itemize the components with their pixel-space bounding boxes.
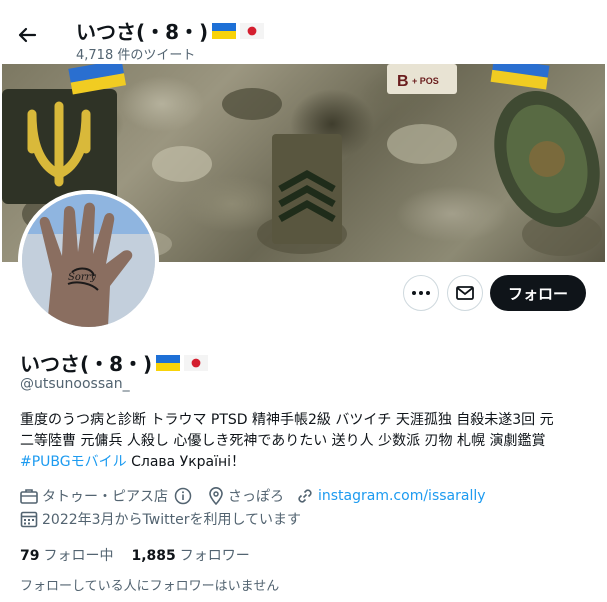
japan-flag-icon: [184, 354, 209, 371]
website-item: instagram.com/issarally: [296, 487, 486, 505]
svg-text:+ POS: + POS: [412, 76, 439, 86]
following-label: フォロー中: [43, 548, 114, 564]
svg-text:B: B: [397, 73, 409, 90]
bio-tail-text: Слава Україні！: [126, 454, 246, 470]
website-link[interactable]: instagram.com/issarally: [318, 488, 486, 504]
header-display-name: いつさ(・8・): [76, 16, 265, 45]
joined-item: 2022年3月からTwitterを利用しています: [20, 509, 301, 529]
svg-text:Sorry: Sorry: [68, 272, 96, 283]
japan-flag-icon: [240, 22, 265, 39]
joined-text: 2022年3月からTwitterを利用しています: [42, 512, 302, 528]
tweet-count: 4,718 件のツイート: [76, 48, 196, 63]
location-text: さっぽろ: [228, 489, 284, 505]
following-count: 79: [20, 548, 40, 564]
message-button[interactable]: [447, 275, 483, 311]
display-name: いつさ(・8・): [20, 348, 209, 377]
location-item: さっぽろ: [208, 486, 284, 506]
followers-label: フォロワー: [179, 548, 250, 564]
calendar-icon: [20, 511, 38, 528]
profile-bio: 重度のうつ病と診断 トラウマ PTSD 精神手帳2級 バツイチ 天涯孤独 自殺未…: [20, 410, 595, 473]
mail-icon: [456, 286, 474, 300]
link-icon: [298, 489, 312, 503]
following-stat[interactable]: 79 フォロー中: [20, 545, 113, 565]
more-icon: [412, 291, 430, 295]
category-item: タトゥー・ピアス店: [20, 486, 196, 506]
info-icon[interactable]: [174, 487, 192, 505]
followers-stat[interactable]: 1,885 フォロワー: [131, 545, 249, 565]
hashtag-link[interactable]: #PUBGモバイル: [20, 454, 127, 470]
follow-stats: 79 フォロー中 1,885 フォロワー: [20, 545, 268, 565]
user-handle: @utsunoossan_: [20, 376, 130, 392]
ukraine-flag-icon: [212, 22, 237, 39]
ukraine-flag-icon: [156, 354, 181, 371]
briefcase-icon: [20, 489, 38, 504]
bio-line-3: #PUBGモバイル Слава Україні！: [20, 452, 595, 473]
bio-line-2: 二等陸曹 元傭兵 人殺し 心優しき死神でありたい 送り人 少数派 刃物 札幌 演…: [20, 433, 546, 449]
header-name-text: いつさ(・8・): [76, 20, 209, 44]
joined-row: 2022年3月からTwitterを利用しています: [20, 509, 313, 529]
more-button[interactable]: [403, 275, 439, 311]
profile-avatar[interactable]: Sorry: [18, 190, 159, 331]
category-text: タトゥー・ピアス店: [42, 489, 168, 505]
display-name-text: いつさ(・8・): [20, 352, 153, 376]
location-icon: [209, 487, 223, 505]
top-bar: いつさ(・8・) 4,718 件のツイート: [0, 0, 607, 64]
followers-you-know-note: フォローしている人にフォロワーはいません: [20, 579, 280, 594]
profile-meta-row: タトゥー・ピアス店 さっぽろ instagram.com/issarally: [20, 486, 498, 506]
back-arrow-icon[interactable]: [14, 22, 40, 48]
avatar-image: Sorry: [22, 194, 155, 327]
follow-button[interactable]: フォロー: [490, 275, 586, 311]
followers-count: 1,885: [131, 548, 176, 564]
bio-line-1: 重度のうつ病と診断 トラウマ PTSD 精神手帳2級 バツイチ 天涯孤独 自殺未…: [20, 412, 554, 428]
